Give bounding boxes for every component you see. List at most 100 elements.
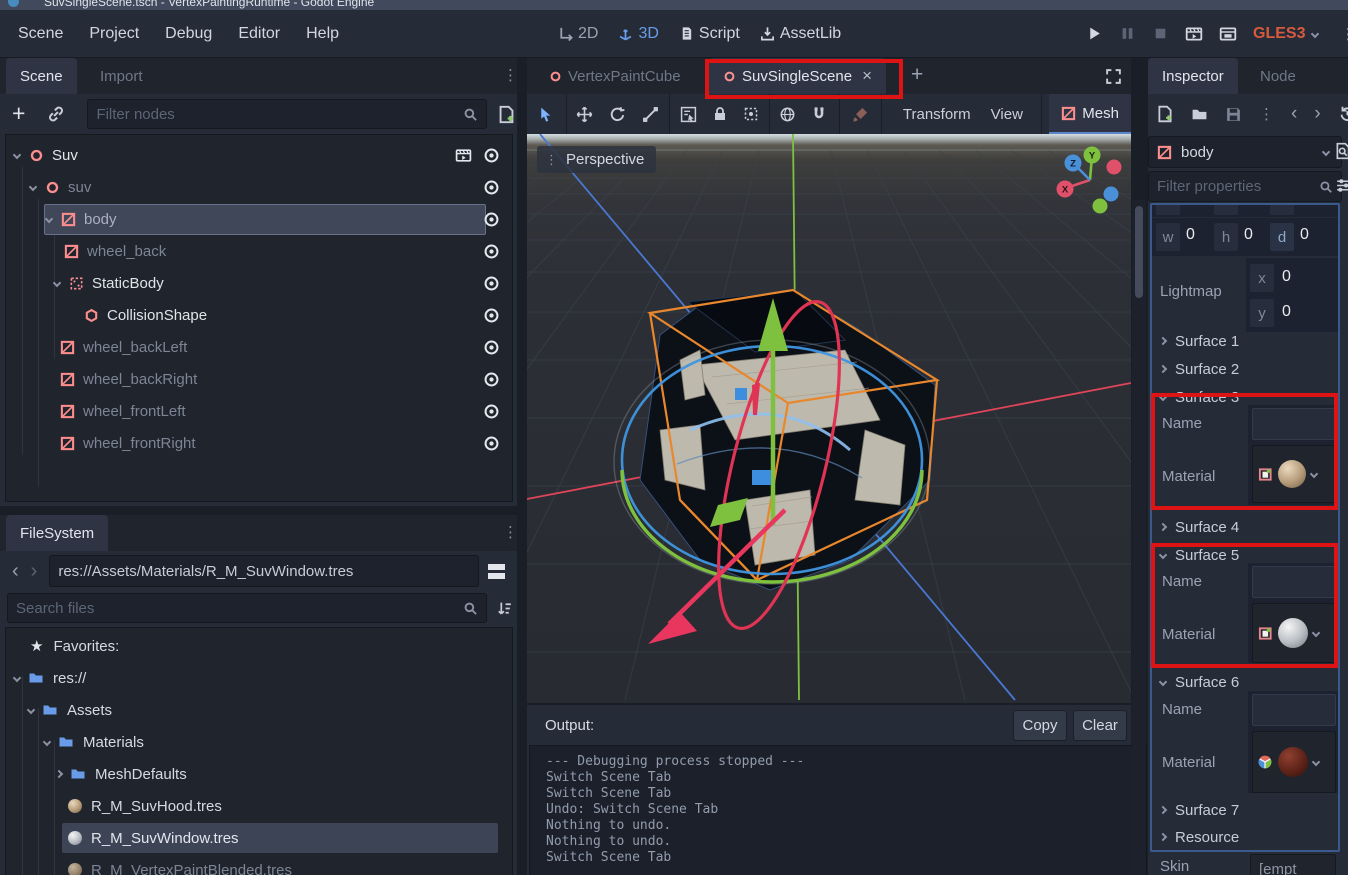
output-log[interactable]: --- Debugging process stopped --- Switch… xyxy=(529,745,1147,875)
split-mode-toggle[interactable] xyxy=(488,564,505,579)
stop-button[interactable] xyxy=(1152,25,1169,42)
section-resource[interactable]: Resource xyxy=(1156,823,1340,851)
history-forward-icon[interactable]: › xyxy=(1314,103,1320,125)
collapse-icon[interactable] xyxy=(13,674,21,682)
surface5-material-dropdown[interactable] xyxy=(1252,603,1336,663)
menu-scene[interactable]: Scene xyxy=(6,25,75,43)
visibility-eye-icon[interactable] xyxy=(483,435,500,452)
history-icon[interactable] xyxy=(1338,105,1348,123)
add-node-button[interactable]: + xyxy=(12,100,25,127)
visibility-eye-icon[interactable] xyxy=(483,147,500,164)
tab-filesystem[interactable]: FileSystem xyxy=(6,515,108,551)
tree-row-collisionshape[interactable]: CollisionShape xyxy=(6,299,512,331)
select-tool-icon[interactable] xyxy=(537,106,554,123)
tree-row-wheel-backright[interactable]: wheel_backRight xyxy=(6,363,512,395)
visibility-eye-icon[interactable] xyxy=(483,243,500,260)
node-selector-dropdown[interactable]: body xyxy=(1148,136,1342,168)
list-select-icon[interactable] xyxy=(680,106,697,123)
file-row-suvwindow[interactable]: R_M_SuvWindow.tres xyxy=(6,822,512,854)
local-space-icon[interactable] xyxy=(779,106,796,123)
file-row-suvhood[interactable]: R_M_SuvHood.tres xyxy=(6,790,512,822)
play-custom-scene-button[interactable] xyxy=(1219,25,1237,43)
visibility-eye-icon[interactable] xyxy=(483,275,500,292)
vertex-paint-icon[interactable] xyxy=(852,106,869,123)
copy-button[interactable]: Copy xyxy=(1013,710,1067,741)
scene-tab-suvsinglescene[interactable]: SuvSingleScene × xyxy=(709,58,886,94)
attach-script-button[interactable] xyxy=(497,105,516,124)
file-row-res[interactable]: res:// xyxy=(6,662,512,694)
scene-tab-vertexpaintcube[interactable]: VertexPaintCube xyxy=(535,58,695,94)
surface6-material-dropdown[interactable] xyxy=(1252,731,1336,793)
visibility-eye-icon[interactable] xyxy=(483,211,500,228)
menu-debug[interactable]: Debug xyxy=(153,25,224,43)
mesh-menu[interactable]: Mesh xyxy=(1049,94,1131,134)
lightmap-x-value[interactable]: 0 xyxy=(1282,268,1291,286)
file-row-assets[interactable]: Assets xyxy=(6,694,512,726)
inspector-properties[interactable]: w 0 h 0 d 0 Lightmap x 0 y 0 Surface 1 S… xyxy=(1150,203,1340,852)
view-menu[interactable]: View xyxy=(981,106,1033,123)
play-scene-button[interactable] xyxy=(1185,25,1203,43)
surface3-material-dropdown[interactable] xyxy=(1252,445,1336,503)
menubar-overflow-icon[interactable]: ⋮ xyxy=(1340,25,1348,43)
collapse-icon[interactable] xyxy=(27,706,35,714)
move-tool-icon[interactable] xyxy=(576,106,593,123)
surface3-name-input[interactable] xyxy=(1252,408,1336,440)
scene-dock-menu-icon[interactable]: ⋮ xyxy=(503,66,518,84)
inspector-scrollbar[interactable] xyxy=(1132,200,1146,875)
tree-row-suv-root[interactable]: Suv xyxy=(6,139,512,171)
mode-3d-button[interactable]: 3D xyxy=(618,25,658,43)
tab-scene[interactable]: Scene xyxy=(6,58,77,94)
viewport-3d[interactable]: ⋮ Perspective X Y Z xyxy=(527,134,1131,703)
new-resource-icon[interactable] xyxy=(1156,105,1174,123)
collapse-icon[interactable] xyxy=(13,151,21,159)
section-surface-7[interactable]: Surface 7 xyxy=(1156,796,1340,824)
tree-row-wheel-frontleft[interactable]: wheel_frontLeft xyxy=(6,395,512,427)
field-h-value[interactable]: 0 xyxy=(1244,226,1253,244)
property-tools-icon[interactable] xyxy=(1335,177,1348,194)
expand-viewport-icon[interactable] xyxy=(1105,68,1122,85)
instance-scene-button[interactable] xyxy=(47,105,65,123)
history-back-icon[interactable]: ‹ xyxy=(1291,103,1297,125)
play-button[interactable] xyxy=(1086,25,1103,42)
tab-node[interactable]: Node xyxy=(1246,58,1310,94)
nav-back-icon[interactable]: ‹ xyxy=(12,560,19,583)
group-icon[interactable] xyxy=(743,106,759,122)
load-resource-icon[interactable] xyxy=(1191,106,1208,123)
lightmap-y-value[interactable]: 0 xyxy=(1282,303,1291,321)
tree-row-staticbody[interactable]: StaticBody xyxy=(6,267,512,299)
orientation-gizmo[interactable]: X Y Z xyxy=(1052,142,1128,218)
file-row-materials[interactable]: Materials xyxy=(6,726,512,758)
field-w-value[interactable]: 0 xyxy=(1186,226,1195,244)
video-driver-dropdown[interactable]: GLES3 xyxy=(1253,25,1318,43)
snap-magnet-icon[interactable] xyxy=(811,106,827,122)
file-row-vertexpaintblended[interactable]: R_M_VertexPaintBlended.tres xyxy=(6,854,512,875)
rotate-tool-icon[interactable] xyxy=(609,106,626,123)
visibility-eye-icon[interactable] xyxy=(483,179,500,196)
tab-inspector[interactable]: Inspector xyxy=(1148,58,1238,94)
lock-icon[interactable] xyxy=(712,106,728,122)
current-path-field[interactable]: res://Assets/Materials/R_M_SuvWindow.tre… xyxy=(49,555,479,587)
new-scene-tab-button[interactable]: + xyxy=(911,63,923,87)
collapse-icon[interactable] xyxy=(53,279,61,287)
visibility-eye-icon[interactable] xyxy=(483,371,500,388)
section-surface-2[interactable]: Surface 2 xyxy=(1156,355,1340,383)
menu-editor[interactable]: Editor xyxy=(226,25,292,43)
movie-clip-icon[interactable] xyxy=(455,147,472,164)
collapse-icon[interactable] xyxy=(29,183,37,191)
perspective-menu[interactable]: ⋮ Perspective xyxy=(537,146,656,173)
open-docs-icon[interactable] xyxy=(1334,142,1348,160)
pause-button[interactable] xyxy=(1119,25,1136,42)
clear-button[interactable]: Clear xyxy=(1073,710,1127,741)
search-files-input[interactable]: Search files xyxy=(7,593,487,623)
filesystem-dock-menu-icon[interactable]: ⋮ xyxy=(503,523,518,541)
menu-project[interactable]: Project xyxy=(77,25,151,43)
scale-tool-icon[interactable] xyxy=(642,106,659,123)
surface6-name-input[interactable] xyxy=(1252,694,1336,726)
mode-2d-button[interactable]: 2D xyxy=(558,25,598,43)
section-surface-1[interactable]: Surface 1 xyxy=(1156,327,1340,355)
collapse-icon[interactable] xyxy=(43,738,51,746)
sort-files-icon[interactable] xyxy=(496,600,513,617)
resource-options-icon[interactable]: ⋮ xyxy=(1259,105,1274,123)
tree-row-wheel-frontright[interactable]: wheel_frontRight xyxy=(6,427,512,459)
mode-assetlib-button[interactable]: AssetLib xyxy=(760,25,841,43)
